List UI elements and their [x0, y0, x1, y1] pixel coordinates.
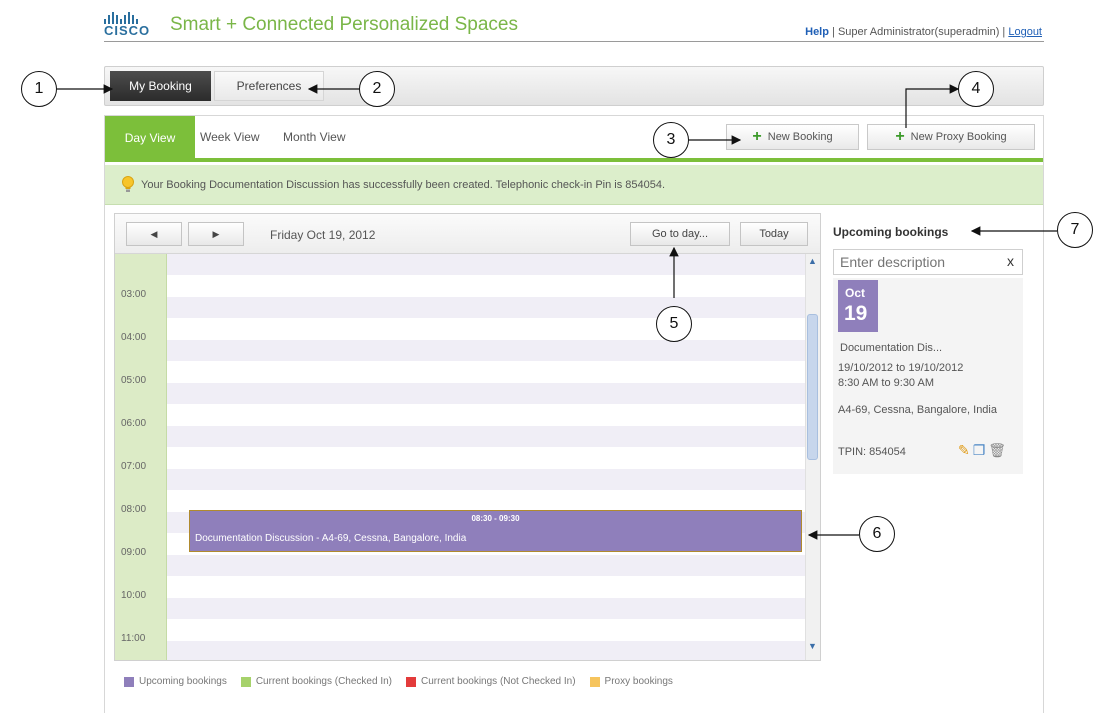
callout-5: 5 — [656, 306, 692, 342]
callout-6: 6 — [859, 516, 895, 552]
arrow-4 — [905, 84, 960, 128]
callout-3: 3 — [653, 122, 689, 158]
callout-4: 4 — [958, 71, 994, 107]
callout-7: 7 — [1057, 212, 1093, 248]
callout-2: 2 — [359, 71, 395, 107]
callout-1: 1 — [21, 71, 57, 107]
callout-arrows — [57, 84, 1057, 540]
